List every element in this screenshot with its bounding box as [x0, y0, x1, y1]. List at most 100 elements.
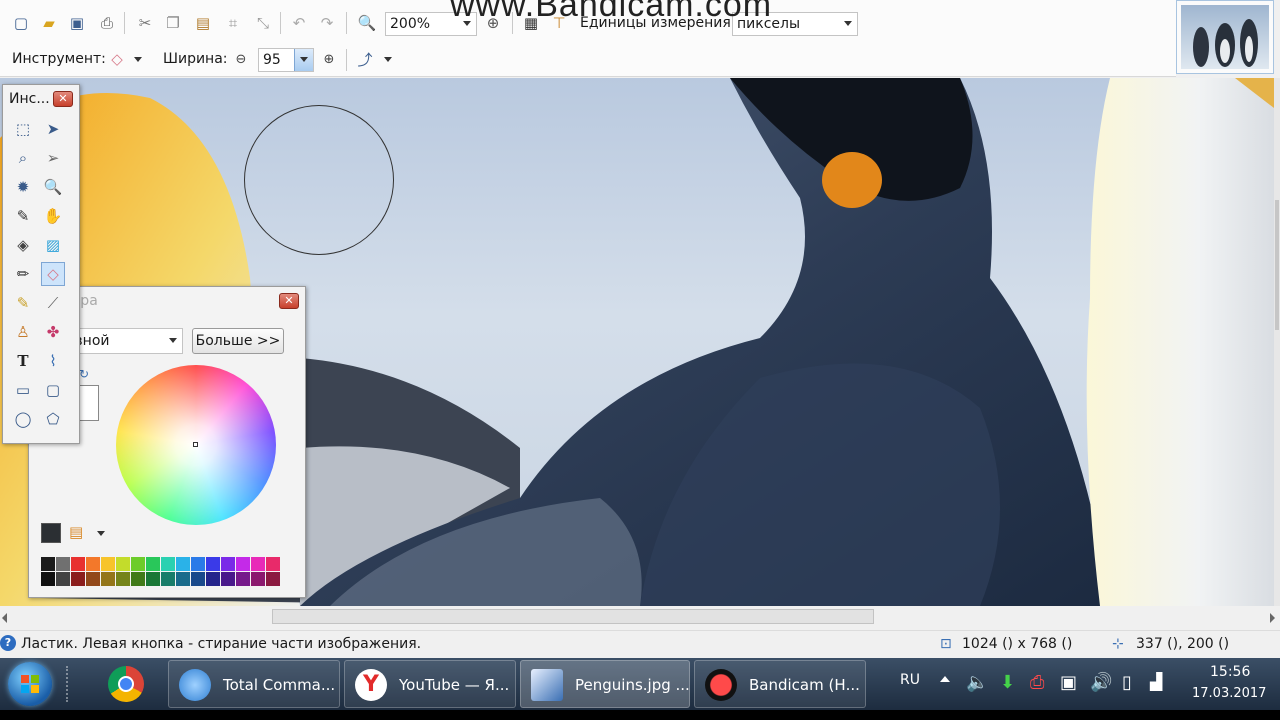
palette-color-cell[interactable] — [266, 557, 280, 571]
palette-color-cell[interactable] — [266, 572, 280, 586]
move-selection-icon[interactable]: ➤ — [41, 117, 65, 141]
color-picker-icon[interactable]: ⟋ — [41, 291, 65, 315]
zoom-out-icon[interactable]: 🔍 — [356, 12, 378, 34]
color-palette[interactable] — [41, 557, 285, 587]
chevron-down-icon[interactable] — [97, 531, 105, 536]
palette-color-cell[interactable] — [176, 572, 190, 586]
clone-stamp-icon[interactable]: ♙ — [11, 320, 35, 344]
paintbrush-icon[interactable]: ✏ — [11, 262, 35, 286]
rounded-rectangle-icon[interactable]: ▢ — [41, 378, 65, 402]
color-wheel[interactable] — [116, 365, 276, 525]
vertical-scrollbar[interactable] — [1274, 78, 1280, 606]
eraser-tool-icon[interactable]: ◇ — [41, 262, 65, 286]
palette-color-cell[interactable] — [236, 557, 250, 571]
taskbar-item-paintnet[interactable]: Penguins.jpg ... — [520, 660, 690, 708]
pan-wand-icon[interactable]: ✎ — [11, 204, 35, 228]
palette-color-cell[interactable] — [116, 572, 130, 586]
show-hidden-icons-icon[interactable] — [940, 676, 950, 682]
palette-color-cell[interactable] — [206, 572, 220, 586]
taskbar-item-total-commander[interactable]: Total Comma... — [168, 660, 340, 708]
palette-color-cell[interactable] — [191, 557, 205, 571]
open-folder-icon[interactable]: ▰ — [38, 12, 60, 34]
rectangle-select-icon[interactable]: ⬚ — [11, 117, 35, 141]
palette-color-cell[interactable] — [86, 557, 100, 571]
chevron-down-icon[interactable] — [384, 57, 392, 62]
palette-color-cell[interactable] — [146, 557, 160, 571]
freeform-shape-icon[interactable]: ⬠ — [41, 407, 65, 431]
download-icon[interactable]: ⬇ — [1000, 672, 1015, 693]
print-icon[interactable]: ⎙ — [96, 12, 118, 34]
palette-color-cell[interactable] — [71, 572, 85, 586]
display-icon[interactable]: ▣ — [1060, 672, 1077, 693]
lasso-select-icon[interactable]: ⌕ — [11, 146, 35, 170]
palette-color-cell[interactable] — [176, 557, 190, 571]
palette-color-cell[interactable] — [206, 557, 220, 571]
palette-color-cell[interactable] — [56, 572, 70, 586]
redo-icon[interactable]: ↷ — [316, 12, 338, 34]
palette-color-cell[interactable] — [71, 557, 85, 571]
plus-icon[interactable]: ⊕ — [318, 48, 340, 70]
recolor-icon[interactable]: ✤ — [41, 320, 65, 344]
save-icon[interactable]: ▣ — [66, 12, 88, 34]
chevron-down-icon[interactable] — [134, 57, 142, 62]
undo-icon[interactable]: ↶ — [288, 12, 310, 34]
printer-error-icon[interactable]: ⎙ — [1030, 672, 1044, 693]
palette-color-cell[interactable] — [101, 572, 115, 586]
palette-color-cell[interactable] — [131, 572, 145, 586]
palette-more-button[interactable]: Больше >> — [192, 328, 284, 354]
palette-close-button[interactable]: ✕ — [279, 293, 299, 309]
palette-color-cell[interactable] — [251, 572, 265, 586]
palette-color-cell[interactable] — [116, 557, 130, 571]
palette-color-cell[interactable] — [41, 572, 55, 586]
zoom-tool-icon[interactable]: 🔍 — [41, 175, 65, 199]
add-color-icon[interactable]: ▤ — [69, 523, 83, 541]
windows-start-icon[interactable] — [8, 662, 52, 706]
clock-date[interactable]: 17.03.2017 — [1192, 686, 1266, 701]
text-tool-icon[interactable]: T — [11, 349, 35, 373]
deselect-icon[interactable]: ⤡ — [252, 12, 274, 34]
palette-color-cell[interactable] — [101, 557, 115, 571]
hand-icon[interactable]: ✋ — [41, 204, 65, 228]
scroll-left-icon[interactable] — [2, 613, 7, 623]
swap-colors-icon[interactable]: ↻ — [79, 367, 89, 381]
magic-wand-icon[interactable]: ✹ — [11, 175, 35, 199]
gradient-icon[interactable]: ▨ — [41, 233, 65, 257]
scroll-right-icon[interactable] — [1270, 613, 1275, 623]
palette-color-cell[interactable] — [41, 557, 55, 571]
palette-color-cell[interactable] — [161, 572, 175, 586]
crop-icon[interactable]: ⌗ — [222, 12, 244, 34]
color-wheel-selector[interactable] — [193, 442, 198, 447]
paint-bucket-icon[interactable]: ◈ — [11, 233, 35, 257]
chrome-icon[interactable] — [108, 666, 144, 702]
copy-icon[interactable]: ❐ — [162, 12, 184, 34]
palette-color-cell[interactable] — [161, 557, 175, 571]
eraser-icon[interactable]: ◇ — [106, 48, 128, 70]
minus-icon[interactable]: ⊖ — [230, 48, 252, 70]
language-indicator[interactable]: RU — [900, 672, 920, 688]
palette-color-cell[interactable] — [86, 572, 100, 586]
battery-icon[interactable]: ▯ — [1122, 672, 1132, 693]
paste-icon[interactable]: ▤ — [192, 12, 214, 34]
volume-icon[interactable]: 🔊 — [1090, 672, 1112, 693]
primary-color-swatch[interactable] — [41, 523, 61, 543]
palette-color-cell[interactable] — [221, 572, 235, 586]
palette-color-cell[interactable] — [131, 557, 145, 571]
palette-color-cell[interactable] — [56, 557, 70, 571]
antialiasing-icon[interactable]: ⤴ — [354, 48, 376, 70]
cut-icon[interactable]: ✂ — [134, 12, 156, 34]
move-selected-icon[interactable]: ➢ — [41, 146, 65, 170]
width-combo[interactable]: 95 — [258, 48, 314, 72]
clock-time[interactable]: 15:56 — [1210, 664, 1250, 680]
vertical-scroll-thumb[interactable] — [1275, 200, 1279, 330]
network-signal-icon[interactable]: ▟ — [1150, 672, 1162, 691]
taskbar-item-youtube[interactable]: Y YouTube — Я... — [344, 660, 516, 708]
rectangle-shape-icon[interactable]: ▭ — [11, 378, 35, 402]
new-file-icon[interactable]: ▢ — [10, 12, 32, 34]
palette-color-cell[interactable] — [146, 572, 160, 586]
pencil-icon[interactable]: ✎ — [11, 291, 35, 315]
palette-color-cell[interactable] — [251, 557, 265, 571]
palette-color-cell[interactable] — [236, 572, 250, 586]
line-curve-icon[interactable]: ⌇ — [41, 349, 65, 373]
image-thumbnail-tab[interactable] — [1176, 0, 1274, 74]
speaker-icon[interactable]: 🔈 — [966, 672, 988, 693]
